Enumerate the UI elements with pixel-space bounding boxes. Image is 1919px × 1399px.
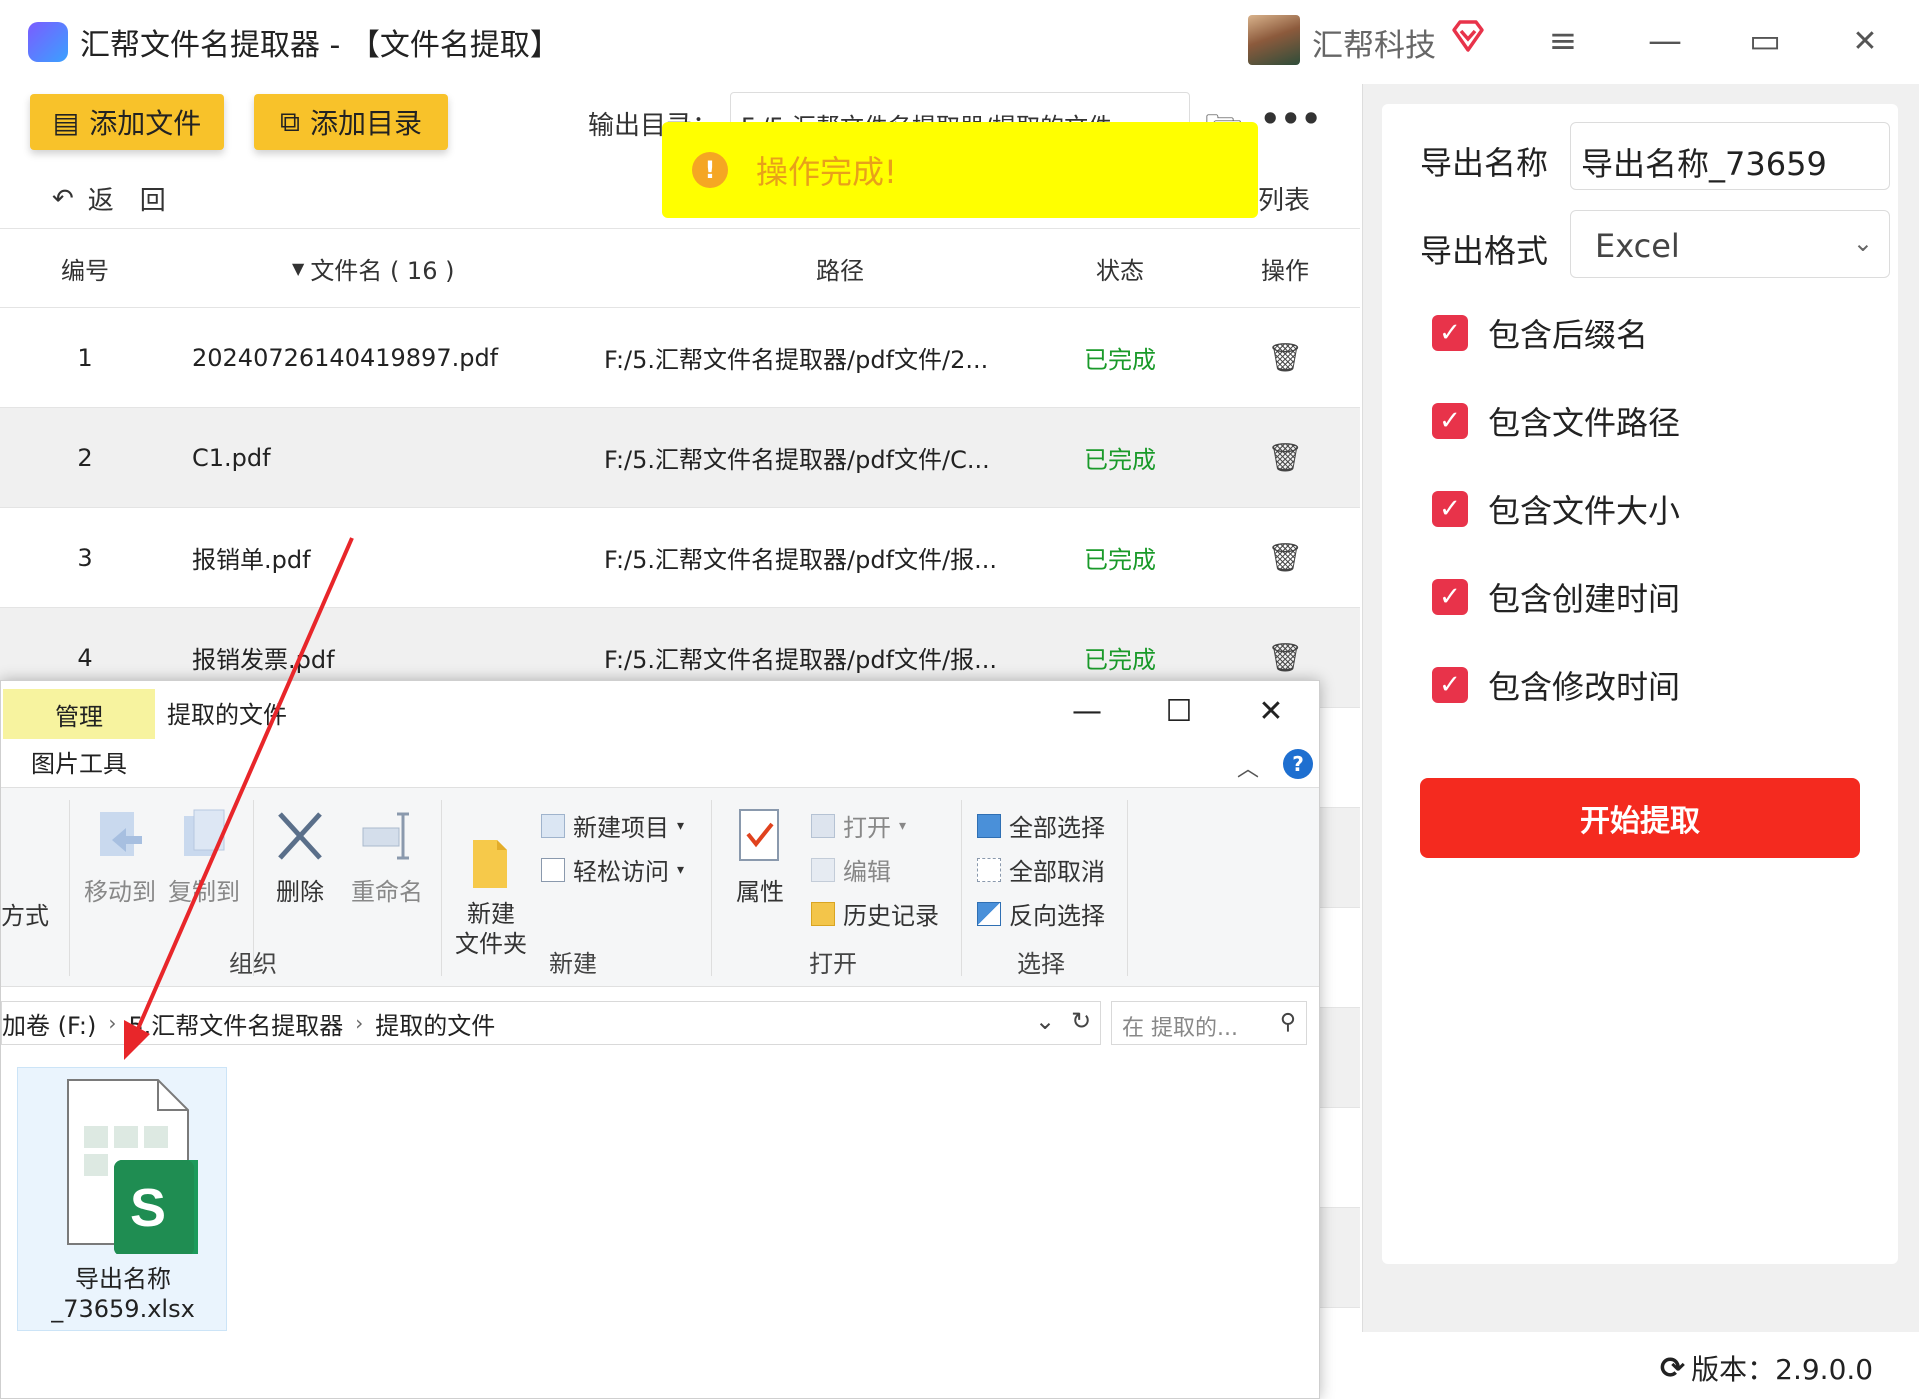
annotation-arrow-icon — [124, 537, 354, 1060]
